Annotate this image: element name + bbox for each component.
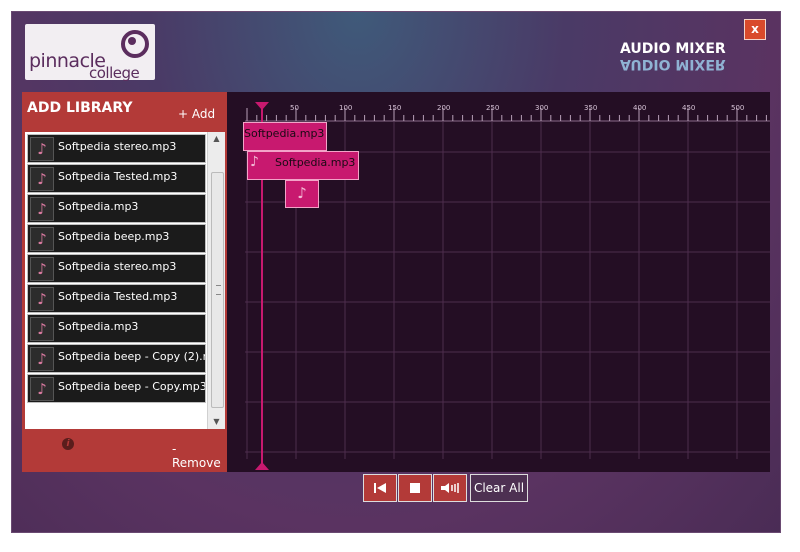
music-note-icon: ♪: [30, 377, 54, 401]
logo-dot-icon: [128, 37, 136, 45]
music-note-icon: ♪: [30, 317, 54, 341]
list-item[interactable]: ♪ Softpedia stereo.mp3: [27, 134, 206, 163]
music-note-icon: ♪: [30, 227, 54, 251]
ruler-label: 150: [388, 104, 401, 112]
list-item-label: Softpedia beep.mp3: [58, 230, 170, 243]
list-item-label: Softpedia.mp3: [58, 320, 139, 333]
ruler-label: 400: [633, 104, 646, 112]
list-item[interactable]: ♪ Softpedia Tested.mp3: [27, 164, 206, 193]
music-note-icon: ♪: [297, 184, 307, 202]
list-item-label: Softpedia stereo.mp3: [58, 260, 177, 273]
rewind-button[interactable]: [363, 474, 397, 502]
ruler-label: 100: [339, 104, 352, 112]
timeline-clip[interactable]: Softpedia.mp3: [243, 122, 327, 151]
app-title: AUDIO MIXER: [620, 41, 726, 57]
list-item[interactable]: ♪ Softpedia stereo.mp3: [27, 254, 206, 283]
ruler-label: 350: [584, 104, 597, 112]
music-note-icon: ♪: [30, 257, 54, 281]
timeline-ruler: 50 100 150 200 250 300 350 400 450 500: [245, 104, 770, 122]
library-scrollbar[interactable]: ▲ ▼: [207, 132, 225, 429]
list-item-label: Softpedia Tested.mp3: [58, 170, 178, 183]
list-item[interactable]: ♪ Softpedia beep - Copy.mp3: [27, 374, 206, 403]
ruler-label: 300: [535, 104, 548, 112]
music-note-icon: ♪: [30, 137, 54, 161]
list-item[interactable]: ♪ Softpedia.mp3: [27, 194, 206, 223]
library-title: ADD LIBRARY: [27, 100, 133, 116]
timeline-clip[interactable]: ♪ Softpedia.mp3: [247, 151, 359, 180]
music-note-icon: ♪: [30, 167, 54, 191]
list-item[interactable]: ♪ Softpedia.mp3: [27, 314, 206, 343]
logo-word-college: college: [89, 64, 140, 82]
ruler-label: 250: [486, 104, 499, 112]
list-item-label: Softpedia stereo.mp3: [58, 140, 177, 153]
library-panel: ADD LIBRARY + Add ♪ Softpedia stereo.mp3…: [22, 92, 227, 472]
list-item[interactable]: ♪ Softpedia beep - Copy (2).mp3: [27, 344, 206, 373]
skip-back-icon: [374, 483, 386, 493]
scrollbar-thumb[interactable]: [211, 172, 224, 408]
library-list: ♪ Softpedia stereo.mp3 ♪ Softpedia Teste…: [25, 132, 225, 429]
list-item[interactable]: ♪ Softpedia Tested.mp3: [27, 284, 206, 313]
logo-mark-icon: [121, 30, 149, 58]
list-item-label: Softpedia.mp3: [58, 200, 139, 213]
scroll-up-icon[interactable]: ▲: [208, 132, 225, 146]
music-note-icon: ♪: [30, 347, 54, 371]
scroll-down-icon[interactable]: ▼: [208, 415, 225, 429]
close-button[interactable]: x: [744, 19, 766, 40]
list-item-label: Softpedia Tested.mp3: [58, 290, 178, 303]
music-note-icon: ♪: [250, 154, 259, 170]
timeline-panel: 50 100 150 200 250 300 350 400 450 500 Softpedia.…: [227, 92, 770, 472]
volume-icon: [441, 483, 459, 493]
info-icon[interactable]: i: [62, 438, 74, 450]
timeline-clip[interactable]: ♪: [285, 180, 319, 208]
app-title-reflection: AUDIO MIXER: [620, 56, 726, 72]
list-item-label: Softpedia beep - Copy (2).mp3: [58, 350, 205, 363]
grip-icon: [216, 285, 221, 295]
list-item[interactable]: ♪ Softpedia beep.mp3: [27, 224, 206, 253]
ruler-label: 450: [682, 104, 695, 112]
stop-icon: [410, 483, 420, 493]
add-button[interactable]: + Add: [178, 107, 215, 121]
clip-label: Softpedia.mp3: [244, 127, 325, 140]
music-note-icon: ♪: [30, 287, 54, 311]
music-note-icon: ♪: [30, 197, 54, 221]
clip-label: Softpedia.mp3: [275, 156, 356, 169]
stop-button[interactable]: [398, 474, 432, 502]
clear-all-button[interactable]: Clear All: [470, 474, 528, 502]
ruler-label: 500: [731, 104, 744, 112]
pinnacle-college-logo: pinnacle college: [25, 24, 155, 82]
ruler-label: 200: [437, 104, 450, 112]
remove-button[interactable]: - Remove: [172, 442, 227, 470]
ruler-label: 50: [290, 104, 299, 112]
volume-button[interactable]: [433, 474, 467, 502]
list-item-label: Softpedia beep - Copy.mp3: [58, 380, 206, 393]
app-window: pinnacle college x AUDIO MIXER AUDIO MIX…: [12, 12, 780, 532]
